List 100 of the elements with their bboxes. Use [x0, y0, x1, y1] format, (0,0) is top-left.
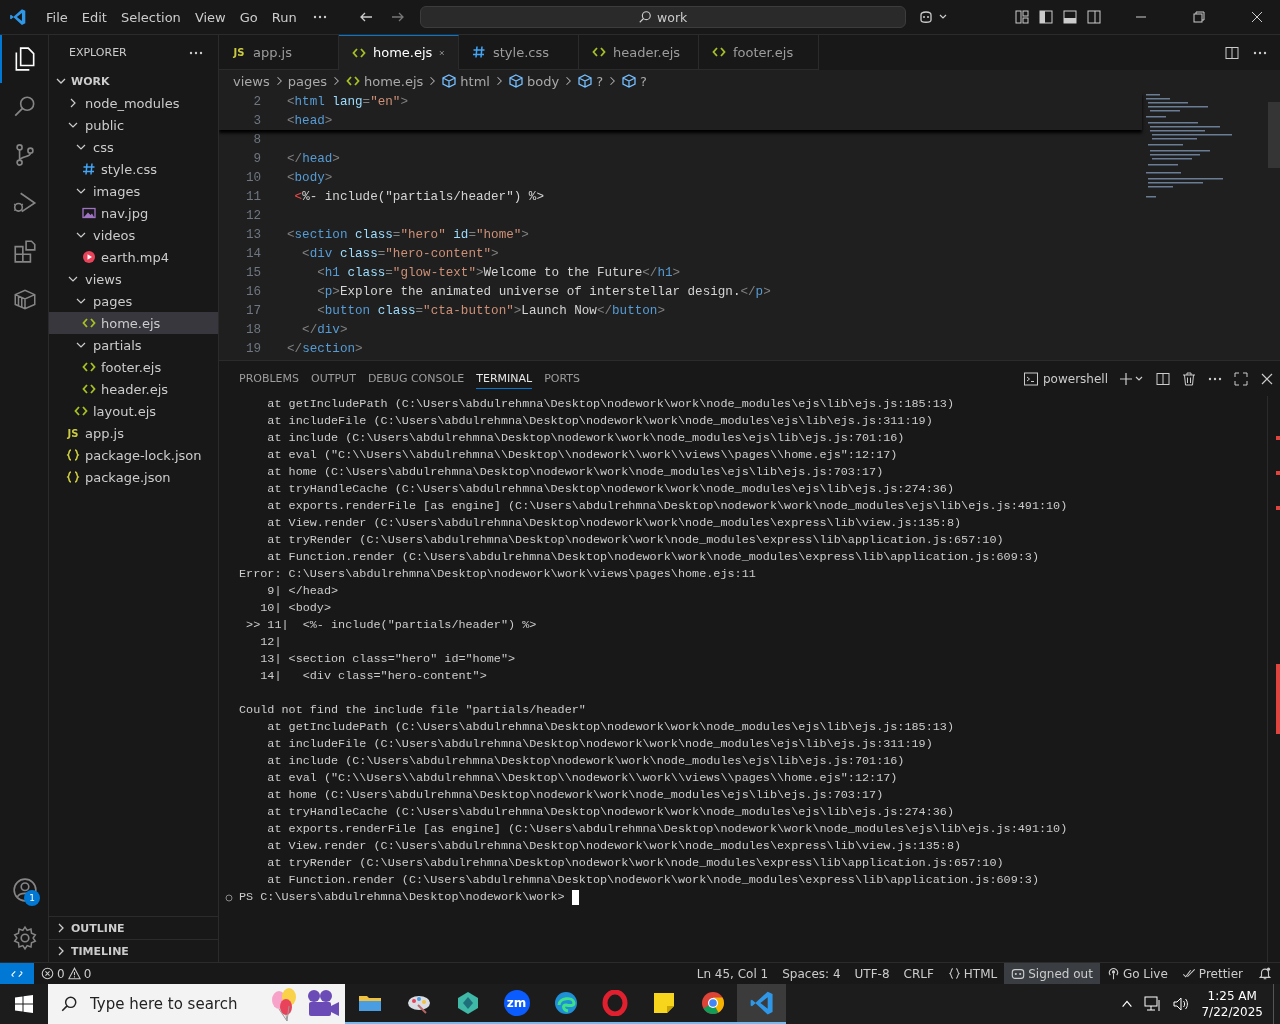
copilot-icon[interactable]	[917, 9, 948, 25]
tree-item[interactable]: node_modules	[49, 92, 218, 114]
terminal-line: at tryHandleCache (C:\Users\abdulrehmna\Desktop\nodework\work\node_modules\ejs\lib\ejs.js:274:36)	[266, 804, 955, 821]
breadcrumb-item[interactable]: ?	[621, 73, 647, 89]
tree-item[interactable]: public	[49, 114, 218, 136]
code-line: <head>	[287, 113, 333, 128]
editor-tab[interactable]: header.ejs	[579, 35, 699, 70]
sidebar-toggle-icon[interactable]	[1038, 9, 1054, 25]
four-panes-logo-icon	[15, 995, 33, 1013]
terminal-line: 10| <body>	[259, 600, 333, 617]
tree-item[interactable]: partials	[49, 334, 218, 356]
search-input[interactable]: Type here to search	[88, 994, 242, 1014]
menu-item[interactable]: Run	[264, 6, 304, 28]
network-icon[interactable]	[1144, 996, 1163, 1012]
status-item[interactable]: HTML	[940, 963, 1005, 984]
close-icon[interactable]	[1251, 11, 1263, 23]
breadcrumb-item[interactable]: body	[507, 73, 560, 89]
tree-item[interactable]: footer.ejs	[49, 356, 218, 378]
terminal-scrollbar[interactable]	[1267, 396, 1280, 962]
taskbar-video-call-app[interactable]: zm	[492, 984, 541, 1024]
code-line: </section>	[287, 341, 363, 356]
status-item[interactable]: Ln 45, Col 1	[689, 963, 776, 984]
secondary-sidebar-toggle-icon[interactable]	[1086, 9, 1102, 25]
status-item[interactable]: UTF-8	[847, 963, 897, 984]
tree-item[interactable]: header.ejs	[49, 378, 218, 400]
panel-tab[interactable]: PORTS	[544, 368, 580, 389]
code-line: <section class="hero" id="home">	[287, 227, 529, 242]
command-status-icon	[225, 893, 233, 902]
trash-icon[interactable]	[1181, 370, 1197, 387]
menu-item[interactable]: Selection	[113, 6, 188, 28]
code-line: <h1 class="glow-text">Welcome to the Future</h1>	[316, 265, 681, 280]
tree-item[interactable]: style.css	[49, 158, 218, 180]
tree-item[interactable]: JS app.js	[49, 422, 218, 444]
section-header[interactable]: WORK	[49, 70, 218, 92]
command-center-search[interactable]: work	[419, 6, 906, 28]
status-item[interactable]: Signed out	[1004, 963, 1100, 984]
add-terminal-icon[interactable]	[1119, 370, 1145, 387]
status-item[interactable]: CRLF	[896, 963, 941, 984]
line-number: 19	[244, 341, 261, 356]
menu-item[interactable]: Go	[232, 6, 265, 28]
split-editor-icon[interactable]	[1224, 44, 1240, 61]
panel-tab[interactable]: TERMINAL	[476, 368, 533, 389]
menu-item[interactable]: View	[187, 6, 233, 28]
terminal-line: 14| <div class="hero-content">	[259, 668, 488, 685]
tree-item[interactable]: images	[49, 180, 218, 202]
volume-icon[interactable]	[1172, 996, 1191, 1012]
status-item[interactable]: Prettier	[1174, 963, 1250, 984]
terminal-line: at includeFile (C:\Users\abdulrehmna\Desktop\nodework\work\node_modules\ejs\lib\ejs.js:311:19)	[266, 413, 934, 430]
tree-item[interactable]: home.ejs	[49, 312, 218, 334]
panel-tab[interactable]: PROBLEMS	[239, 368, 300, 389]
status-item[interactable]: Spaces: 4	[775, 963, 848, 984]
tree-item[interactable]: layout.ejs	[49, 400, 218, 422]
panel-tab[interactable]: DEBUG CONSOLE	[367, 368, 465, 389]
terminal-line: at home (C:\Users\abdulrehmna\Desktop\nodework\work\node_modules\ejs\lib\ejs.js:703:17)	[266, 464, 885, 481]
split-terminal-icon[interactable]	[1155, 370, 1171, 387]
line-number: 3	[252, 113, 261, 128]
panel-tab[interactable]: OUTPUT	[311, 368, 356, 389]
code-line: <html lang="en">	[287, 94, 408, 109]
line-number: 11	[244, 189, 261, 204]
tree-item[interactable]: earth.mp4	[49, 246, 218, 268]
terminal-shell-button[interactable]: powershell	[1023, 370, 1108, 387]
terminal-prompt: PS C:\Users\abdulrehmna\Desktop\nodework\work>	[239, 889, 565, 906]
tree-item[interactable]: views	[49, 268, 218, 290]
tree-item[interactable]: pages	[49, 290, 218, 312]
tree-item[interactable]: videos	[49, 224, 218, 246]
braces-icon	[947, 967, 961, 980]
breadcrumb-item[interactable]: views	[233, 73, 270, 89]
tree-item[interactable]: nav.jpg	[49, 202, 218, 224]
problems-status[interactable]: 0 0	[34, 963, 99, 984]
account-button[interactable]: 1	[0, 866, 48, 914]
editor-tab[interactable]: style.css	[459, 35, 579, 70]
section-header[interactable]: OUTLINE	[49, 916, 218, 939]
breadcrumb-item[interactable]: html	[441, 73, 490, 89]
menu-item[interactable]: Edit	[74, 6, 114, 28]
terminal-line: at tryHandleCache (C:\Users\abdulrehmna\Desktop\nodework\work\node_modules\ejs\lib\ejs.js:274:36)	[266, 481, 955, 498]
menu-item[interactable]: File	[39, 6, 75, 28]
play-circle-icon	[81, 249, 97, 265]
restore-icon[interactable]	[1193, 11, 1205, 23]
terminal-line: >> 11| <%- include("partials/header") %>	[245, 617, 538, 634]
breadcrumb-item[interactable]: home.ejs	[344, 73, 424, 89]
app-logo: zm	[503, 990, 530, 1016]
code-line: <div class="hero-content">	[301, 246, 499, 261]
tree-item[interactable]: package.json	[49, 466, 218, 488]
broadcast-icon	[1106, 967, 1120, 980]
taskbar-search-field[interactable]: Type here to search	[48, 984, 345, 1024]
breadcrumb-item[interactable]: pages	[287, 73, 327, 89]
layout-customize-icon[interactable]	[1014, 9, 1030, 25]
tree-item[interactable]: package-lock.json	[49, 444, 218, 466]
line-number: 18	[244, 322, 261, 337]
breadcrumb-item[interactable]: ?	[577, 73, 604, 89]
taskbar-code-editor-app[interactable]	[737, 984, 786, 1024]
tree-item[interactable]: css	[49, 136, 218, 158]
panel-toggle-icon[interactable]	[1062, 9, 1078, 25]
terminal-line: Could not find the include file "partials/header"	[239, 702, 587, 719]
editor-tab[interactable]: home.ejs	[339, 35, 459, 70]
braces-icon	[65, 469, 81, 485]
terminal-line: at includeFile (C:\Users\abdulrehmna\Desktop\nodework\work\node_modules\ejs\lib\ejs.js:311:19)	[266, 736, 934, 753]
maximize-icon[interactable]	[1233, 370, 1249, 387]
editor-tab[interactable]: footer.ejs	[699, 35, 819, 70]
status-item[interactable]: Go Live	[1099, 963, 1175, 984]
